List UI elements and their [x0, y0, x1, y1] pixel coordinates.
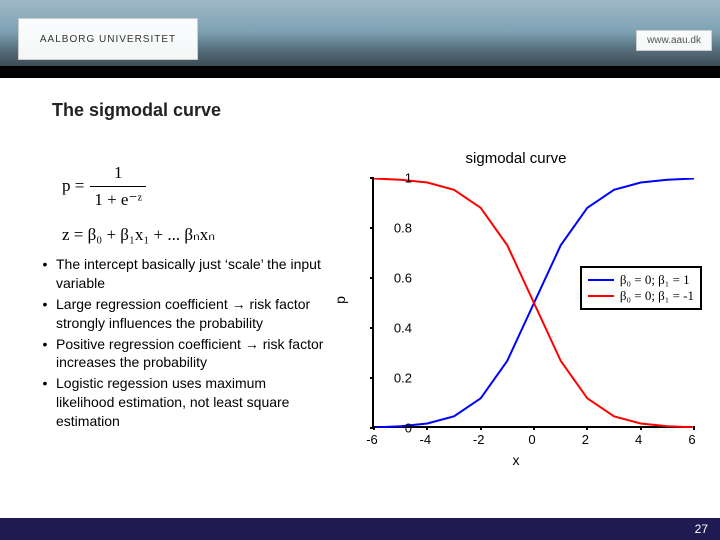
header-url: www.aau.dk: [636, 30, 712, 51]
chart-xtick: -2: [473, 432, 485, 447]
chart-xtick: 6: [688, 432, 695, 447]
chart-ytick: 0.2: [382, 371, 412, 386]
chart-ytick: 0.8: [382, 221, 412, 236]
chart-ytick: 0: [382, 421, 412, 436]
bullet-text: The intercept basically just ‘scale’ the…: [56, 255, 324, 293]
bullet-icon: •: [34, 374, 56, 431]
formula-block: p = 1 1 + e⁻ᶻ z = β₀ + β₁x₁ + ... βₙxₙ: [62, 160, 215, 248]
chart-ytick: 0.6: [382, 271, 412, 286]
chart-xtick: -4: [420, 432, 432, 447]
formula-fraction: 1 1 + e⁻ᶻ: [90, 160, 146, 212]
list-item: • The intercept basically just ‘scale’ t…: [34, 255, 324, 293]
bullet-list: • The intercept basically just ‘scale’ t…: [34, 255, 324, 433]
sigmoid-chart: sigmodal curve p β₀ = 0; β₁ = 1 β₀ = 0; …: [338, 150, 704, 470]
chart-xtick: -6: [366, 432, 378, 447]
chart-xtick: 4: [635, 432, 642, 447]
bullet-icon: •: [34, 295, 56, 333]
chart-xtick: 0: [528, 432, 535, 447]
footer-bar: 27: [0, 518, 720, 540]
chart-ytick: 0.4: [382, 321, 412, 336]
slide-title: The sigmodal curve: [52, 100, 221, 121]
legend-row: β₀ = 0; β₁ = -1: [588, 288, 694, 304]
header-divider: [0, 66, 720, 78]
header-banner[interactable]: AALBORG UNIVERSITET www.aau.dk: [0, 0, 720, 78]
legend-row: β₀ = 0; β₁ = 1: [588, 272, 694, 288]
chart-xtick: 2: [582, 432, 589, 447]
bullet-text: Large regression coefficient → risk fact…: [56, 295, 324, 333]
bullet-text: Logistic regession uses maximum likeliho…: [56, 374, 324, 431]
chart-plot-area: β₀ = 0; β₁ = 1 β₀ = 0; β₁ = -1: [372, 178, 692, 428]
university-logo: AALBORG UNIVERSITET: [18, 18, 198, 60]
list-item: • Positive regression coefficient → risk…: [34, 335, 324, 373]
chart-legend: β₀ = 0; β₁ = 1 β₀ = 0; β₁ = -1: [580, 266, 702, 310]
formula-p-lhs: p =: [62, 173, 84, 199]
legend-label: β₀ = 0; β₁ = 1: [620, 272, 690, 288]
legend-swatch: [588, 279, 614, 281]
logo-text: AALBORG UNIVERSITET: [40, 34, 176, 45]
bullet-icon: •: [34, 255, 56, 293]
formula-denominator: 1 + e⁻ᶻ: [90, 187, 146, 213]
bullet-icon: •: [34, 335, 56, 373]
formula-z: z = β₀ + β₁x₁ + ... βₙxₙ: [62, 222, 215, 248]
formula-numerator: 1: [90, 160, 146, 187]
url-text: www.aau.dk: [647, 35, 701, 46]
legend-swatch: [588, 295, 614, 297]
chart-ylabel: p: [332, 296, 348, 304]
list-item: • Large regression coefficient → risk fa…: [34, 295, 324, 333]
legend-label: β₀ = 0; β₁ = -1: [620, 288, 694, 304]
bullet-text: Positive regression coefficient → risk f…: [56, 335, 324, 373]
chart-title: sigmodal curve: [338, 150, 694, 167]
chart-ytick: 1: [382, 171, 412, 186]
page-number: 27: [695, 522, 708, 536]
chart-xlabel: x: [338, 452, 694, 468]
list-item: • Logistic regession uses maximum likeli…: [34, 374, 324, 431]
